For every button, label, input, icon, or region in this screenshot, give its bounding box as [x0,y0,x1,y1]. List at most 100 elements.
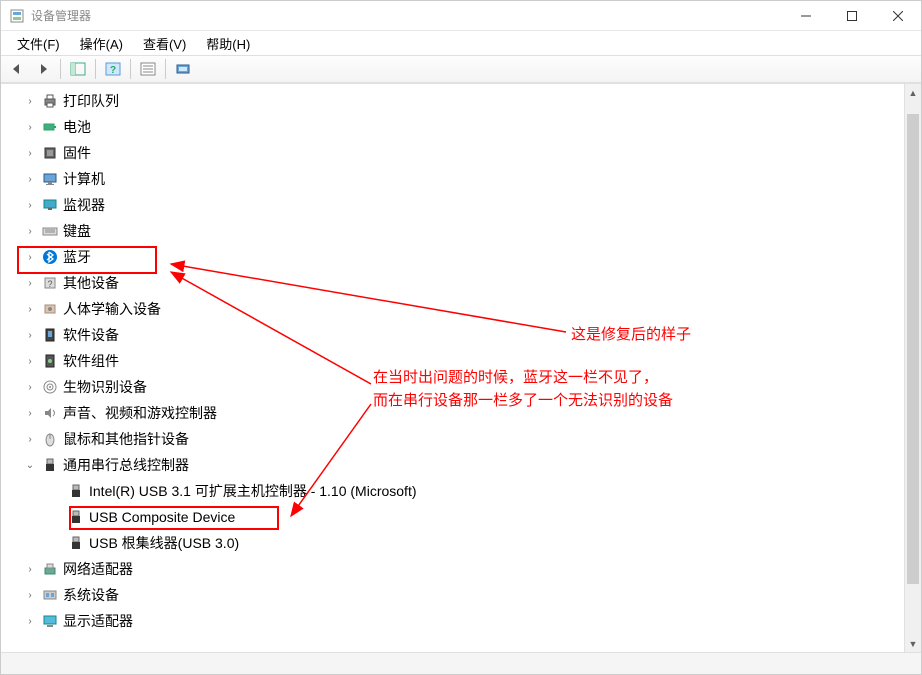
tree-node[interactable]: › 生物识别设备 [19,374,921,400]
tree-node-label: 软件设备 [63,325,119,345]
device-tree[interactable]: ›打印队列›电池›固件›计算机›监视器›键盘›蓝牙›?其他设备›人体学输入设备›… [1,84,921,652]
tree-node[interactable]: › 声音、视频和游戏控制器 [19,400,921,426]
menu-help[interactable]: 帮助(H) [196,32,260,55]
bluetooth-icon [41,248,59,266]
content-area: ›打印队列›电池›固件›计算机›监视器›键盘›蓝牙›?其他设备›人体学输入设备›… [1,83,921,652]
tree-node-label: 监视器 [63,195,105,215]
tree-node-label: 系统设备 [63,585,119,605]
scan-hardware-button[interactable] [171,58,195,80]
scroll-thumb[interactable] [907,114,919,584]
expander-icon[interactable]: › [23,172,37,186]
expander-icon [49,510,63,524]
tree-node-label: 声音、视频和游戏控制器 [63,403,217,423]
network-icon [41,560,59,578]
tree-node-label: 显示适配器 [63,611,133,631]
biometric-icon [41,378,59,396]
tree-node-label: 网络适配器 [63,559,133,579]
tree-node[interactable]: › 计算机 [19,166,921,192]
toolbar: ? [1,55,921,83]
expander-icon[interactable]: › [23,614,37,628]
expander-icon[interactable]: › [23,406,37,420]
tree-node[interactable]: › 蓝牙 [19,244,921,270]
expander-icon[interactable]: › [23,354,37,368]
tree-node[interactable]: USB Composite Device [45,504,921,530]
vertical-scrollbar[interactable]: ▲ ▼ [904,84,921,652]
minimize-button[interactable] [783,1,829,31]
tree-node[interactable]: › 网络适配器 [19,556,921,582]
expander-icon[interactable]: › [23,198,37,212]
tree-node[interactable]: USB 根集线器(USB 3.0) [45,530,921,556]
back-button[interactable] [5,58,29,80]
app-icon [9,8,25,24]
toolbar-separator [95,59,96,79]
tree-node[interactable]: › 监视器 [19,192,921,218]
other-icon: ? [41,274,59,292]
expander-icon[interactable]: › [23,562,37,576]
tree-node-label: 通用串行总线控制器 [63,455,189,475]
tree-node[interactable]: ›电池 [19,114,921,140]
show-hide-console-button[interactable] [66,58,90,80]
window-title: 设备管理器 [31,7,783,24]
tree-node[interactable]: › 固件 [19,140,921,166]
usb-child-icon [67,482,85,500]
toolbar-separator [60,59,61,79]
audio-icon [41,404,59,422]
svg-text:?: ? [47,279,52,289]
firmware-icon [41,144,59,162]
tree-node-label: 生物识别设备 [63,377,147,397]
properties-button[interactable] [136,58,160,80]
monitor-icon [41,196,59,214]
tree-node[interactable]: Intel(R) USB 3.1 可扩展主机控制器 - 1.10 (Micros… [45,478,921,504]
maximize-button[interactable] [829,1,875,31]
expander-icon[interactable]: › [23,432,37,446]
tree-node-label: 固件 [63,143,91,163]
expander-icon[interactable]: › [23,276,37,290]
scroll-down-icon[interactable]: ▼ [905,635,921,652]
tree-node[interactable]: › 显示适配器 [19,608,921,634]
usb-icon [41,456,59,474]
help-button[interactable]: ? [101,58,125,80]
usb-child-icon [67,508,85,526]
tree-node-label: 其他设备 [63,273,119,293]
tree-node[interactable]: ›人体学输入设备 [19,296,921,322]
forward-button[interactable] [31,58,55,80]
expander-icon[interactable]: › [23,302,37,316]
tree-node-label: 打印队列 [63,91,119,111]
tree-children: Intel(R) USB 3.1 可扩展主机控制器 - 1.10 (Micros… [19,478,921,556]
keyboard-icon [41,222,59,240]
expander-icon[interactable]: › [23,120,37,134]
expander-icon[interactable]: › [23,250,37,264]
printer-icon [41,92,59,110]
expander-icon [49,536,63,550]
tree-node[interactable]: › 软件设备 [19,322,921,348]
tree-node[interactable]: › 打印队列 [19,88,921,114]
titlebar: 设备管理器 [1,1,921,31]
tree-node[interactable]: ›鼠标和其他指针设备 [19,426,921,452]
expander-icon[interactable]: › [23,146,37,160]
expander-icon[interactable]: › [23,94,37,108]
scroll-up-icon[interactable]: ▲ [905,84,921,101]
tree-node-label: 计算机 [63,169,105,189]
expander-icon[interactable]: › [23,588,37,602]
component-icon [41,352,59,370]
tree-node[interactable]: ›? 其他设备 [19,270,921,296]
mouse-icon [41,430,59,448]
window-controls [783,1,921,31]
software-icon [41,326,59,344]
expander-icon[interactable]: ⌄ [23,458,37,472]
expander-icon[interactable]: › [23,224,37,238]
tree-node[interactable]: ›键盘 [19,218,921,244]
close-button[interactable] [875,1,921,31]
menu-file[interactable]: 文件(F) [7,32,70,55]
menubar: 文件(F) 操作(A) 查看(V) 帮助(H) [1,31,921,55]
tree-node[interactable]: › 系统设备 [19,582,921,608]
tree-node[interactable]: ›软件组件 [19,348,921,374]
expander-icon[interactable]: › [23,328,37,342]
tree-node[interactable]: ⌄ 通用串行总线控制器 [19,452,921,478]
tree-node-label: 蓝牙 [63,247,91,267]
computer-icon [41,170,59,188]
expander-icon[interactable]: › [23,380,37,394]
menu-action[interactable]: 操作(A) [70,32,133,55]
tree-node-label: USB 根集线器(USB 3.0) [89,533,239,553]
menu-view[interactable]: 查看(V) [133,32,196,55]
